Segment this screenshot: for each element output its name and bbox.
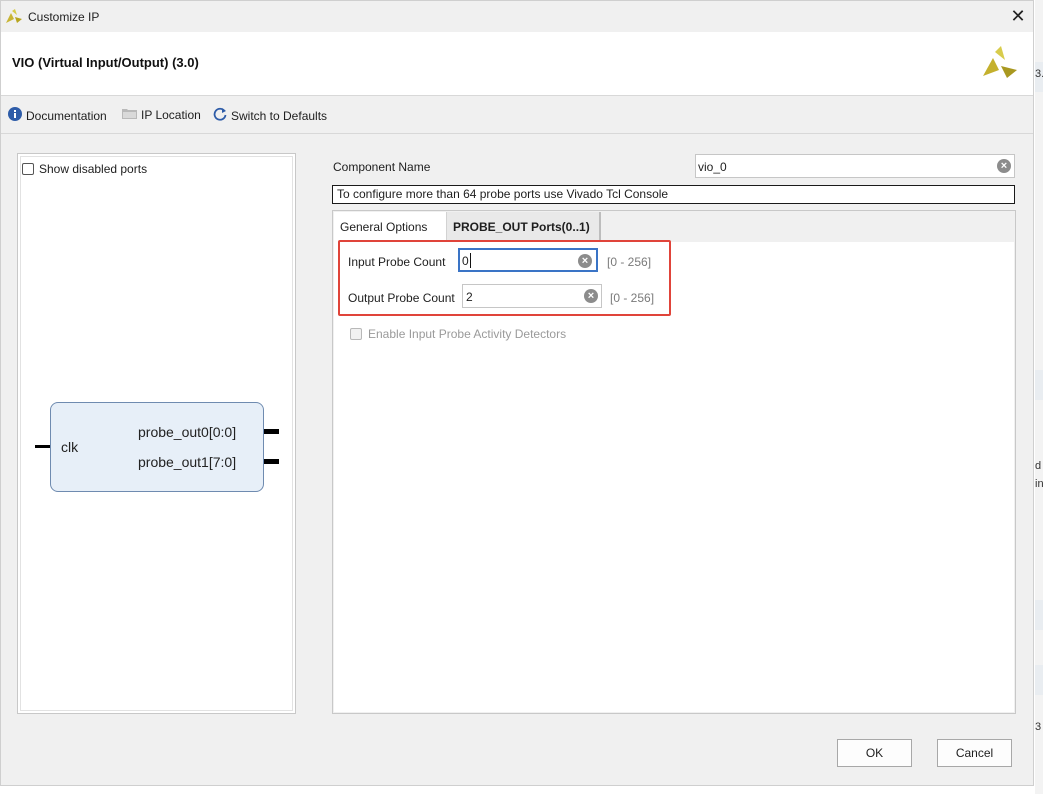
output-probe-count-label: Output Probe Count bbox=[348, 291, 455, 305]
toolbar: Documentation IP Location Switch to Defa… bbox=[1, 96, 1033, 134]
input-probe-count-input[interactable]: 0 × bbox=[458, 248, 598, 272]
output-probe-count-input[interactable]: 2 × bbox=[462, 284, 602, 308]
background-band bbox=[1035, 665, 1043, 695]
folder-icon bbox=[122, 107, 137, 122]
title-bar: Customize IP ✕ bbox=[1, 1, 1033, 32]
close-icon[interactable]: ✕ bbox=[1009, 7, 1027, 25]
customize-ip-dialog: Customize IP ✕ VIO (Virtual Input/Output… bbox=[0, 0, 1034, 786]
ip-location-button[interactable]: IP Location bbox=[122, 107, 201, 122]
input-probe-range: [0 - 256] bbox=[607, 255, 652, 269]
clk-pin-label: clk bbox=[61, 439, 79, 455]
output-probe-count-value: 2 bbox=[466, 290, 473, 304]
enable-activity-detectors-label: Enable Input Probe Activity Detectors bbox=[368, 327, 567, 341]
configuration-panel: Component Name vio_0 × To configure more… bbox=[331, 151, 1017, 715]
ok-button[interactable]: OK bbox=[837, 739, 912, 767]
background-text: in bbox=[1035, 478, 1043, 490]
show-disabled-ports-label: Show disabled ports bbox=[39, 162, 148, 176]
background-text: d v bbox=[1035, 460, 1043, 472]
options-tabs: General Options PROBE_OUT Ports(0..1) In… bbox=[332, 210, 1016, 714]
show-disabled-ports-option[interactable]: Show disabled ports bbox=[22, 162, 147, 176]
enable-activity-detectors-option[interactable]: Enable Input Probe Activity Detectors bbox=[350, 327, 566, 341]
xilinx-logo-icon bbox=[983, 46, 1017, 83]
input-probe-count-value: 0 bbox=[462, 254, 469, 268]
clk-pin bbox=[35, 445, 50, 448]
input-probe-count-label: Input Probe Count bbox=[348, 255, 446, 269]
component-name-input[interactable]: vio_0 × bbox=[695, 154, 1015, 178]
general-options-content: Input Probe Count 0 × [0 - 256] Output P… bbox=[334, 240, 1014, 712]
component-name-value: vio_0 bbox=[698, 160, 727, 174]
show-disabled-ports-checkbox[interactable] bbox=[22, 163, 34, 175]
cancel-button[interactable]: Cancel bbox=[937, 739, 1012, 767]
tab-general-options[interactable]: General Options bbox=[334, 212, 447, 242]
tab-probe-out-ports[interactable]: PROBE_OUT Ports(0..1) bbox=[447, 212, 601, 242]
ip-location-label: IP Location bbox=[141, 107, 201, 122]
probe-out1-pin bbox=[264, 459, 279, 464]
tcl-console-note: To configure more than 64 probe ports us… bbox=[332, 185, 1015, 204]
probe-out1-pin-label: probe_out1[7:0] bbox=[138, 454, 237, 470]
background-text: 3 bbox=[1035, 721, 1042, 733]
ip-symbol-block bbox=[50, 402, 264, 492]
info-icon bbox=[8, 107, 22, 124]
switch-to-defaults-label: Switch to Defaults bbox=[231, 108, 328, 123]
window-title: Customize IP bbox=[28, 10, 100, 24]
background-window: 3.0 d v in 3 bbox=[1035, 0, 1043, 794]
probe-out0-pin-label: probe_out0[0:0] bbox=[138, 424, 237, 440]
background-band bbox=[1035, 370, 1043, 400]
documentation-label: Documentation bbox=[26, 108, 107, 123]
enable-activity-detectors-checkbox[interactable] bbox=[350, 328, 362, 340]
clear-output-probe-icon[interactable]: × bbox=[584, 289, 598, 303]
text-cursor bbox=[470, 253, 471, 268]
background-text: 3.0 bbox=[1035, 68, 1043, 80]
output-probe-range: [0 - 256] bbox=[610, 291, 655, 305]
probe-out0-pin bbox=[264, 429, 279, 434]
clear-component-name-icon[interactable]: × bbox=[997, 159, 1011, 173]
clear-input-probe-icon[interactable]: × bbox=[578, 254, 592, 268]
documentation-button[interactable]: Documentation bbox=[8, 107, 107, 124]
background-band bbox=[1035, 600, 1043, 630]
component-name-label: Component Name bbox=[333, 160, 431, 174]
switch-to-defaults-button[interactable]: Switch to Defaults bbox=[213, 107, 327, 124]
ip-header: VIO (Virtual Input/Output) (3.0) bbox=[1, 32, 1033, 96]
vivado-logo-icon bbox=[6, 9, 22, 26]
refresh-icon bbox=[213, 107, 227, 124]
ip-title: VIO (Virtual Input/Output) (3.0) bbox=[12, 55, 199, 70]
